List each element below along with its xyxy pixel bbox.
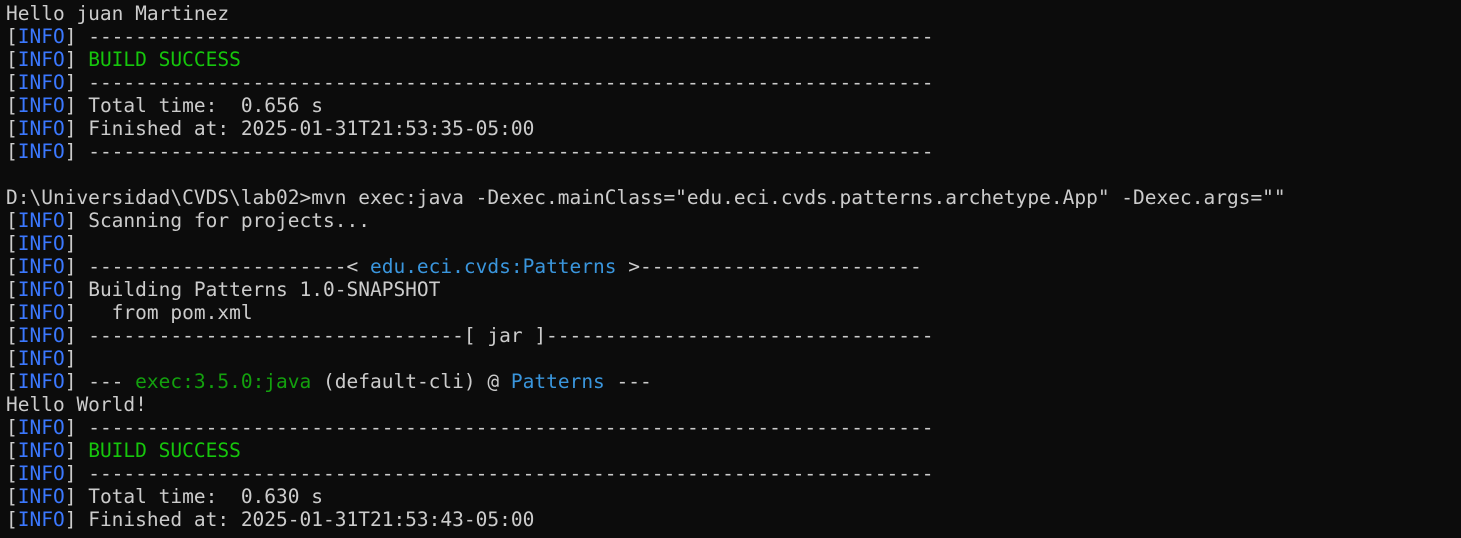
info-tag: INFO [17,117,65,140]
info-tag: INFO [17,370,65,393]
info-tag: INFO [17,140,65,163]
terminal-text: [ [6,301,18,324]
terminal-text: (default-cli) @ [311,370,511,393]
terminal-text: ] --------------------------------------… [64,462,934,485]
info-tag: INFO [17,301,65,324]
terminal-line: [INFO] Finished at: 2025-01-31T21:53:43-… [6,508,1461,531]
terminal-text: ] Finished at: 2025-01-31T21:53:35-05:00 [64,117,535,140]
build-status: BUILD SUCCESS [88,48,241,71]
info-tag: INFO [17,94,65,117]
terminal-text: [ [6,71,18,94]
terminal-text: [ [6,462,18,485]
terminal-line: [INFO] from pom.xml [6,301,1461,324]
terminal-text: [ [6,94,18,117]
terminal-line: [INFO] ---------------------------------… [6,71,1461,94]
info-tag: INFO [17,25,65,48]
terminal-text: [ [6,324,18,347]
info-tag: INFO [17,485,65,508]
terminal-line: [INFO] [6,232,1461,255]
info-tag: INFO [17,232,65,255]
terminal-text: ] --------------------------------------… [64,416,934,439]
terminal-line: [INFO] BUILD SUCCESS [6,48,1461,71]
artifact-name: edu.eci.cvds:Patterns [369,255,617,278]
terminal-line: [INFO] ---------------------------------… [6,416,1461,439]
terminal-text: [ [6,25,18,48]
terminal-line: [INFO] --- exec:3.5.0:java (default-cli)… [6,370,1461,393]
info-tag: INFO [17,462,65,485]
terminal-text: ] from pom.xml [64,301,253,324]
terminal-line: [INFO] Scanning for projects... [6,209,1461,232]
terminal-text: [ [6,255,18,278]
terminal-text: [ [6,347,18,370]
info-tag: INFO [17,416,65,439]
info-tag: INFO [17,508,65,531]
terminal-text: ] --------------------------------[ jar … [64,324,934,347]
terminal-text: [ [6,209,18,232]
terminal-line: [INFO] Total time: 0.630 s [6,485,1461,508]
terminal-text: ] Finished at: 2025-01-31T21:53:43-05:00 [64,508,535,531]
terminal-line: [INFO] ---------------------------------… [6,140,1461,163]
terminal-text: ] Total time: 0.630 s [64,485,323,508]
info-tag: INFO [17,71,65,94]
build-status: BUILD SUCCESS [88,439,241,462]
terminal-line: [INFO] ----------------------< edu.eci.c… [6,255,1461,278]
info-tag: INFO [17,439,65,462]
terminal-line: Hello World! [6,393,1461,416]
terminal-line: [INFO] BUILD SUCCESS [6,439,1461,462]
info-tag: INFO [17,347,65,370]
info-tag: INFO [17,324,65,347]
terminal-line: [INFO] [6,347,1461,370]
terminal-text: [ [6,278,18,301]
terminal-text: ] --- [64,370,136,393]
terminal-text: [ [6,416,18,439]
terminal-line: [INFO] ---------------------------------… [6,25,1461,48]
terminal-text: ] --------------------------------------… [64,25,934,48]
terminal-text: [ [6,140,18,163]
terminal-text: [ [6,48,18,71]
terminal-line: D:\Universidad\CVDS\lab02>mvn exec:java … [6,186,1461,209]
terminal-text: [ [6,439,18,462]
terminal-text: Hello juan Martinez [6,2,230,25]
terminal-window[interactable]: Hello juan Martinez [INFO] --------------… [0,0,1461,538]
terminal-text: ] [64,347,77,370]
terminal-text: >------------------------ [616,255,922,278]
terminal-line: [INFO] ---------------------------------… [6,462,1461,485]
info-tag: INFO [17,255,65,278]
terminal-text: ] Building Patterns 1.0-SNAPSHOT [64,278,441,301]
info-tag: INFO [17,48,65,71]
terminal-text: --- [604,370,652,393]
terminal-text: ] --------------------------------------… [64,140,934,163]
terminal-line: [INFO] --------------------------------[… [6,324,1461,347]
terminal-text: ] [64,232,77,255]
terminal-line: [INFO] Total time: 0.656 s [6,94,1461,117]
terminal-text: [ [6,232,18,255]
plugin-goal: exec:3.5.0:java [135,370,312,393]
terminal-text: [ [6,117,18,140]
terminal-text: ] Total time: 0.656 s [64,94,323,117]
terminal-text: ] [64,439,89,462]
terminal-text: ] ----------------------< [64,255,370,278]
terminal-text: [ [6,508,18,531]
artifact-name: Patterns [510,370,605,393]
terminal-text: ] Scanning for projects... [64,209,370,232]
terminal-text: D:\Universidad\CVDS\lab02>mvn exec:java … [6,186,1286,209]
terminal-text: Hello World! [6,393,147,416]
info-tag: INFO [17,209,65,232]
terminal-text: ] --------------------------------------… [64,71,934,94]
terminal-text: ] [64,48,89,71]
info-tag: INFO [17,278,65,301]
terminal-text: [ [6,370,18,393]
terminal-line: Hello juan Martinez [6,2,1461,25]
terminal-line: [INFO] Building Patterns 1.0-SNAPSHOT [6,278,1461,301]
terminal-text: [ [6,485,18,508]
terminal-line: [INFO] Finished at: 2025-01-31T21:53:35-… [6,117,1461,140]
